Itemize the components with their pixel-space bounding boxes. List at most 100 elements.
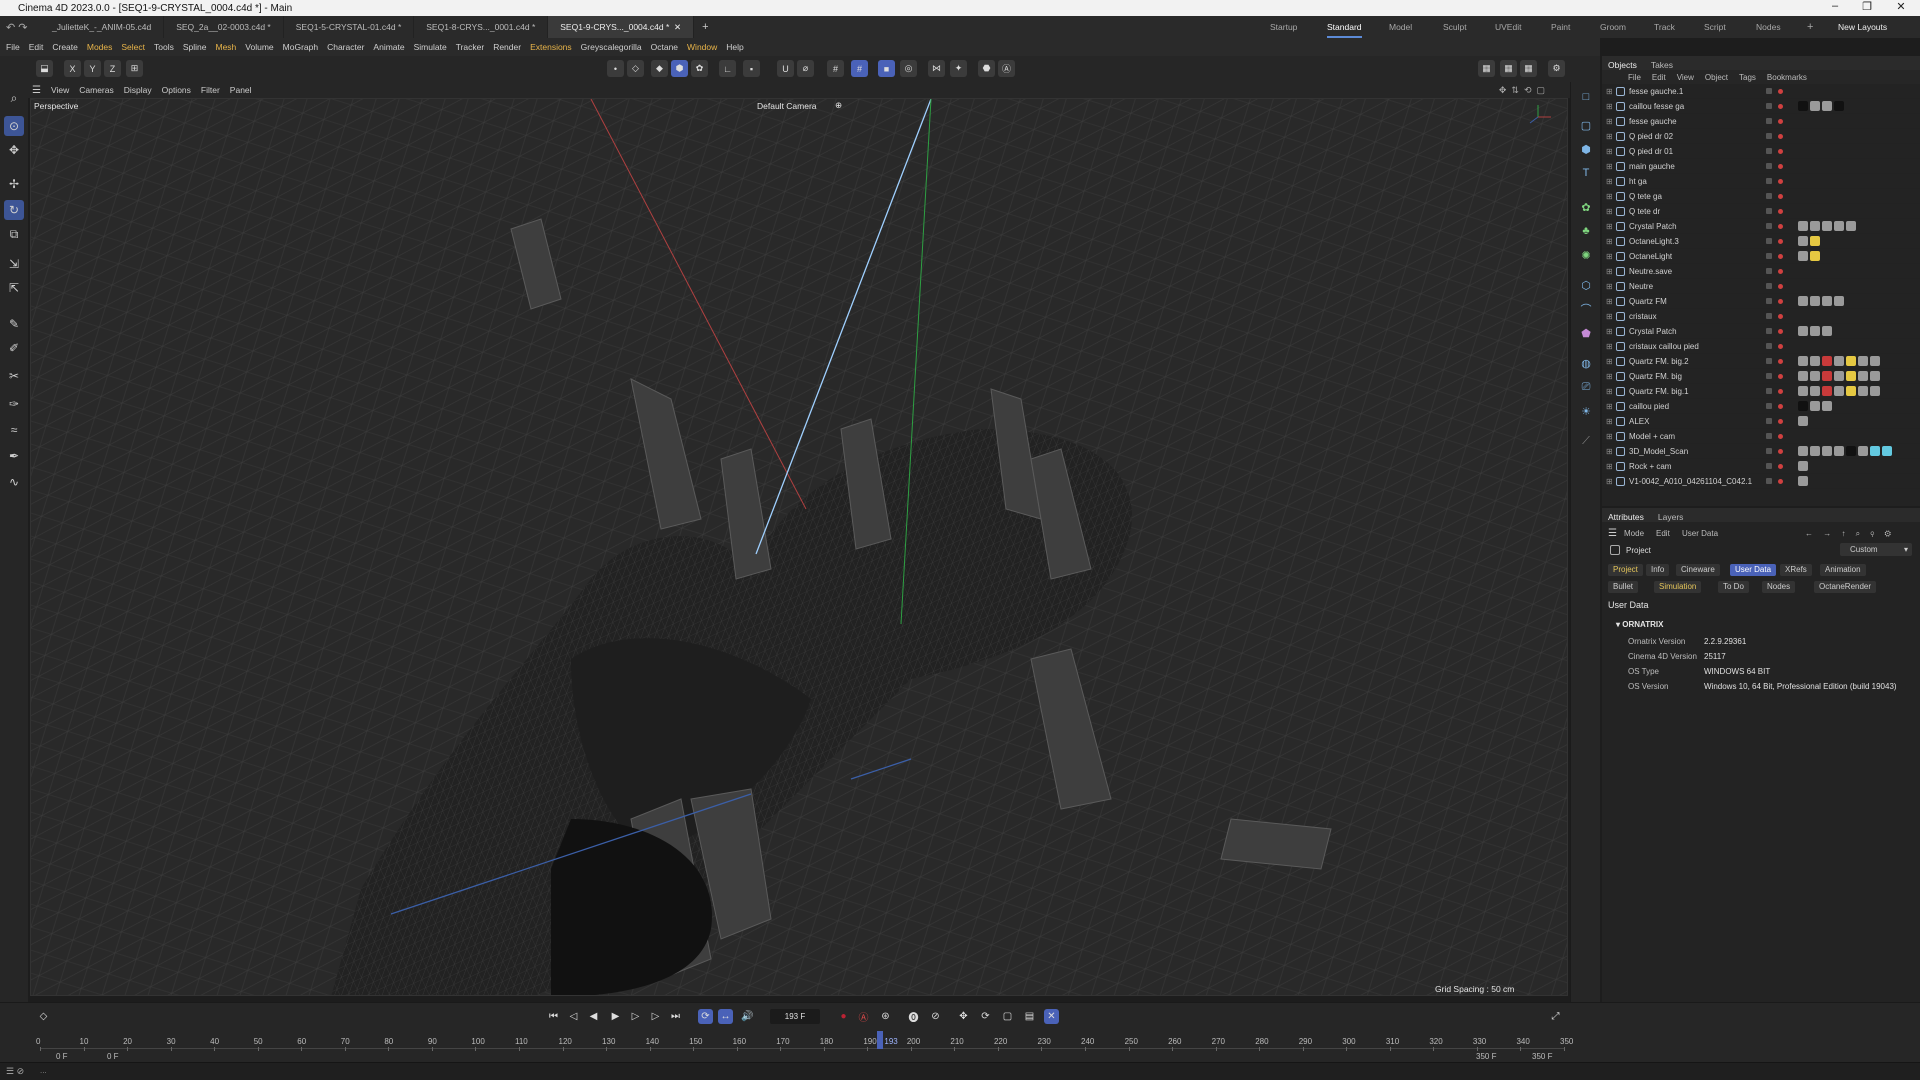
objects-menu-file[interactable]: File — [1628, 73, 1641, 82]
solo-icon[interactable]: ▪ — [743, 60, 760, 77]
attributes-menu-mode[interactable]: Mode — [1624, 529, 1644, 538]
material-tag-icon[interactable] — [1810, 326, 1820, 336]
pill-user-data[interactable]: User Data — [1730, 564, 1777, 576]
new-tab-button[interactable]: + — [694, 21, 708, 33]
object-row[interactable]: ⊞ Crystal Patch — [1602, 219, 1920, 234]
pill-xrefs[interactable]: XRefs — [1780, 564, 1812, 576]
object-name[interactable]: main gauche — [1629, 162, 1675, 171]
object-name[interactable]: fesse gauche — [1629, 117, 1677, 126]
material-tag-icon[interactable] — [1834, 356, 1844, 366]
render-dot-icon[interactable] — [1778, 358, 1783, 364]
dopesheet-icon[interactable]: ✕ — [1044, 1009, 1059, 1024]
axis-y-button[interactable]: Y — [84, 60, 101, 77]
tab-takes[interactable]: Takes — [1651, 60, 1673, 70]
paint-tool-icon[interactable]: ✒ — [4, 446, 24, 466]
edges-mode-icon[interactable]: ◇ — [627, 60, 644, 77]
menu-modes[interactable]: Modes — [87, 42, 113, 52]
object-name[interactable]: caillou pied — [1629, 402, 1669, 411]
material-tag-icon[interactable] — [1798, 296, 1808, 306]
keyframe-icon[interactable]: ◇ — [36, 1009, 51, 1024]
material-tag-icon[interactable] — [1798, 236, 1808, 246]
key-param-icon[interactable]: ⟳ — [978, 1009, 993, 1024]
group-title[interactable]: ▾ ORNATRIX — [1616, 620, 1663, 629]
render-region-icon[interactable]: ▦ — [1478, 60, 1495, 77]
visibility-flags[interactable] — [1766, 403, 1772, 409]
object-name[interactable]: Quartz FM. big.1 — [1629, 387, 1689, 396]
visibility-flags[interactable] — [1766, 148, 1772, 154]
viewport-menu-options[interactable]: Options — [162, 85, 191, 95]
objects-menu-edit[interactable]: Edit — [1652, 73, 1666, 82]
magnet-tool-icon[interactable]: ∿ — [4, 472, 24, 492]
viewport-menu-panel[interactable]: Panel — [230, 85, 252, 95]
object-row[interactable]: ⊞ Q pied dr 01 — [1602, 144, 1920, 159]
material-tag-icon[interactable] — [1834, 221, 1844, 231]
field-value[interactable]: Windows 10, 64 Bit, Professional Edition… — [1704, 682, 1897, 691]
material-tag-icon[interactable] — [1810, 296, 1820, 306]
go-start-button[interactable]: ⏮ — [546, 1009, 561, 1024]
doc-tab[interactable]: _JulietteK_-_ANIM-05.c4d — [40, 16, 165, 38]
menu-tracker[interactable]: Tracker — [456, 42, 485, 52]
object-name[interactable]: cristaux caillou pied — [1629, 342, 1699, 351]
texture-mode-icon[interactable]: ✿ — [691, 60, 708, 77]
layout-track[interactable]: Track — [1654, 16, 1675, 38]
autokey-icon[interactable]: Ⓐ — [856, 1009, 871, 1024]
current-frame-field[interactable]: 193 F — [770, 1009, 820, 1024]
material-tag-icon[interactable] — [1846, 371, 1856, 381]
object-name[interactable]: Q pied dr 02 — [1629, 132, 1673, 141]
objects-menu-bookmarks[interactable]: Bookmarks — [1767, 73, 1807, 82]
expand-icon[interactable]: ⊞ — [1606, 387, 1616, 396]
layout-startup[interactable]: Startup — [1270, 16, 1297, 38]
render-dot-icon[interactable] — [1778, 223, 1783, 229]
material-tag-icon[interactable] — [1810, 236, 1820, 246]
object-row[interactable]: ⊞ OctaneLight.3 — [1602, 234, 1920, 249]
layout-standard[interactable]: Standard — [1327, 16, 1362, 38]
material-tag-icon[interactable] — [1822, 371, 1832, 381]
expand-icon[interactable]: ⊞ — [1606, 432, 1616, 441]
attributes-menu-edit[interactable]: Edit — [1656, 529, 1670, 538]
close-button[interactable]: ✕ — [1886, 0, 1916, 16]
material-tag-icon[interactable] — [1882, 446, 1892, 456]
object-name[interactable]: Quartz FM. big — [1629, 372, 1682, 381]
expand-icon[interactable]: ⊞ — [1606, 102, 1616, 111]
menu-extensions[interactable]: Extensions — [530, 42, 572, 52]
visibility-flags[interactable] — [1766, 238, 1772, 244]
material-tag-icon[interactable] — [1858, 371, 1868, 381]
object-row[interactable]: ⊞ Q pied dr 02 — [1602, 129, 1920, 144]
go-end-button[interactable]: ⏭ — [668, 1009, 683, 1024]
material-tag-icon[interactable] — [1798, 326, 1808, 336]
material-tag-icon[interactable] — [1822, 356, 1832, 366]
viewport-menu-icon[interactable]: ☰ — [32, 85, 41, 96]
material-tag-icon[interactable] — [1822, 326, 1832, 336]
object-row[interactable]: ⊞ Quartz FM. big.1 — [1602, 384, 1920, 399]
expand-icon[interactable]: ⊞ — [1606, 297, 1616, 306]
next-key-button[interactable]: ▷ — [648, 1009, 663, 1024]
visibility-flags[interactable] — [1766, 463, 1772, 469]
axis-lock-icon[interactable]: ∟ — [719, 60, 736, 77]
spline-draw-icon[interactable]: ✐ — [4, 338, 24, 358]
attributes-menu-userdata[interactable]: User Data — [1682, 529, 1718, 538]
object-row[interactable]: ⊞ Neutre.save — [1602, 264, 1920, 279]
render-dot-icon[interactable] — [1778, 388, 1783, 394]
tab-objects[interactable]: Objects — [1608, 60, 1637, 70]
object-row[interactable]: ⊞ V1-0042_A010_04261104_C042.1 — [1602, 474, 1920, 489]
material-tag-icon[interactable] — [1798, 251, 1808, 261]
tag-icon[interactable]: ⬡ — [1577, 276, 1595, 294]
material-tag-icon[interactable] — [1798, 416, 1808, 426]
scale-tool-icon[interactable]: ⧉ — [4, 224, 24, 244]
visibility-flags[interactable] — [1766, 358, 1772, 364]
expand-icon[interactable]: ⊞ — [1606, 132, 1616, 141]
visibility-flags[interactable] — [1766, 433, 1772, 439]
pill-info[interactable]: Info — [1646, 564, 1670, 576]
extrude-tool-icon[interactable]: ⇱ — [4, 278, 24, 298]
key-pla-icon[interactable]: ▢ — [1000, 1009, 1015, 1024]
expand-icon[interactable]: ⊞ — [1606, 207, 1616, 216]
pill-octanerender[interactable]: OctaneRender — [1814, 581, 1877, 593]
pill-nodes[interactable]: Nodes — [1762, 581, 1796, 593]
material-tag-icon[interactable] — [1834, 101, 1844, 111]
prev-frame-button[interactable]: ◀ — [586, 1009, 601, 1024]
menu-animate[interactable]: Animate — [373, 42, 404, 52]
expand-icon[interactable]: ⊞ — [1606, 267, 1616, 276]
object-name[interactable]: ALEX — [1629, 417, 1649, 426]
menu-mograph[interactable]: MoGraph — [283, 42, 318, 52]
visibility-flags[interactable] — [1766, 163, 1772, 169]
